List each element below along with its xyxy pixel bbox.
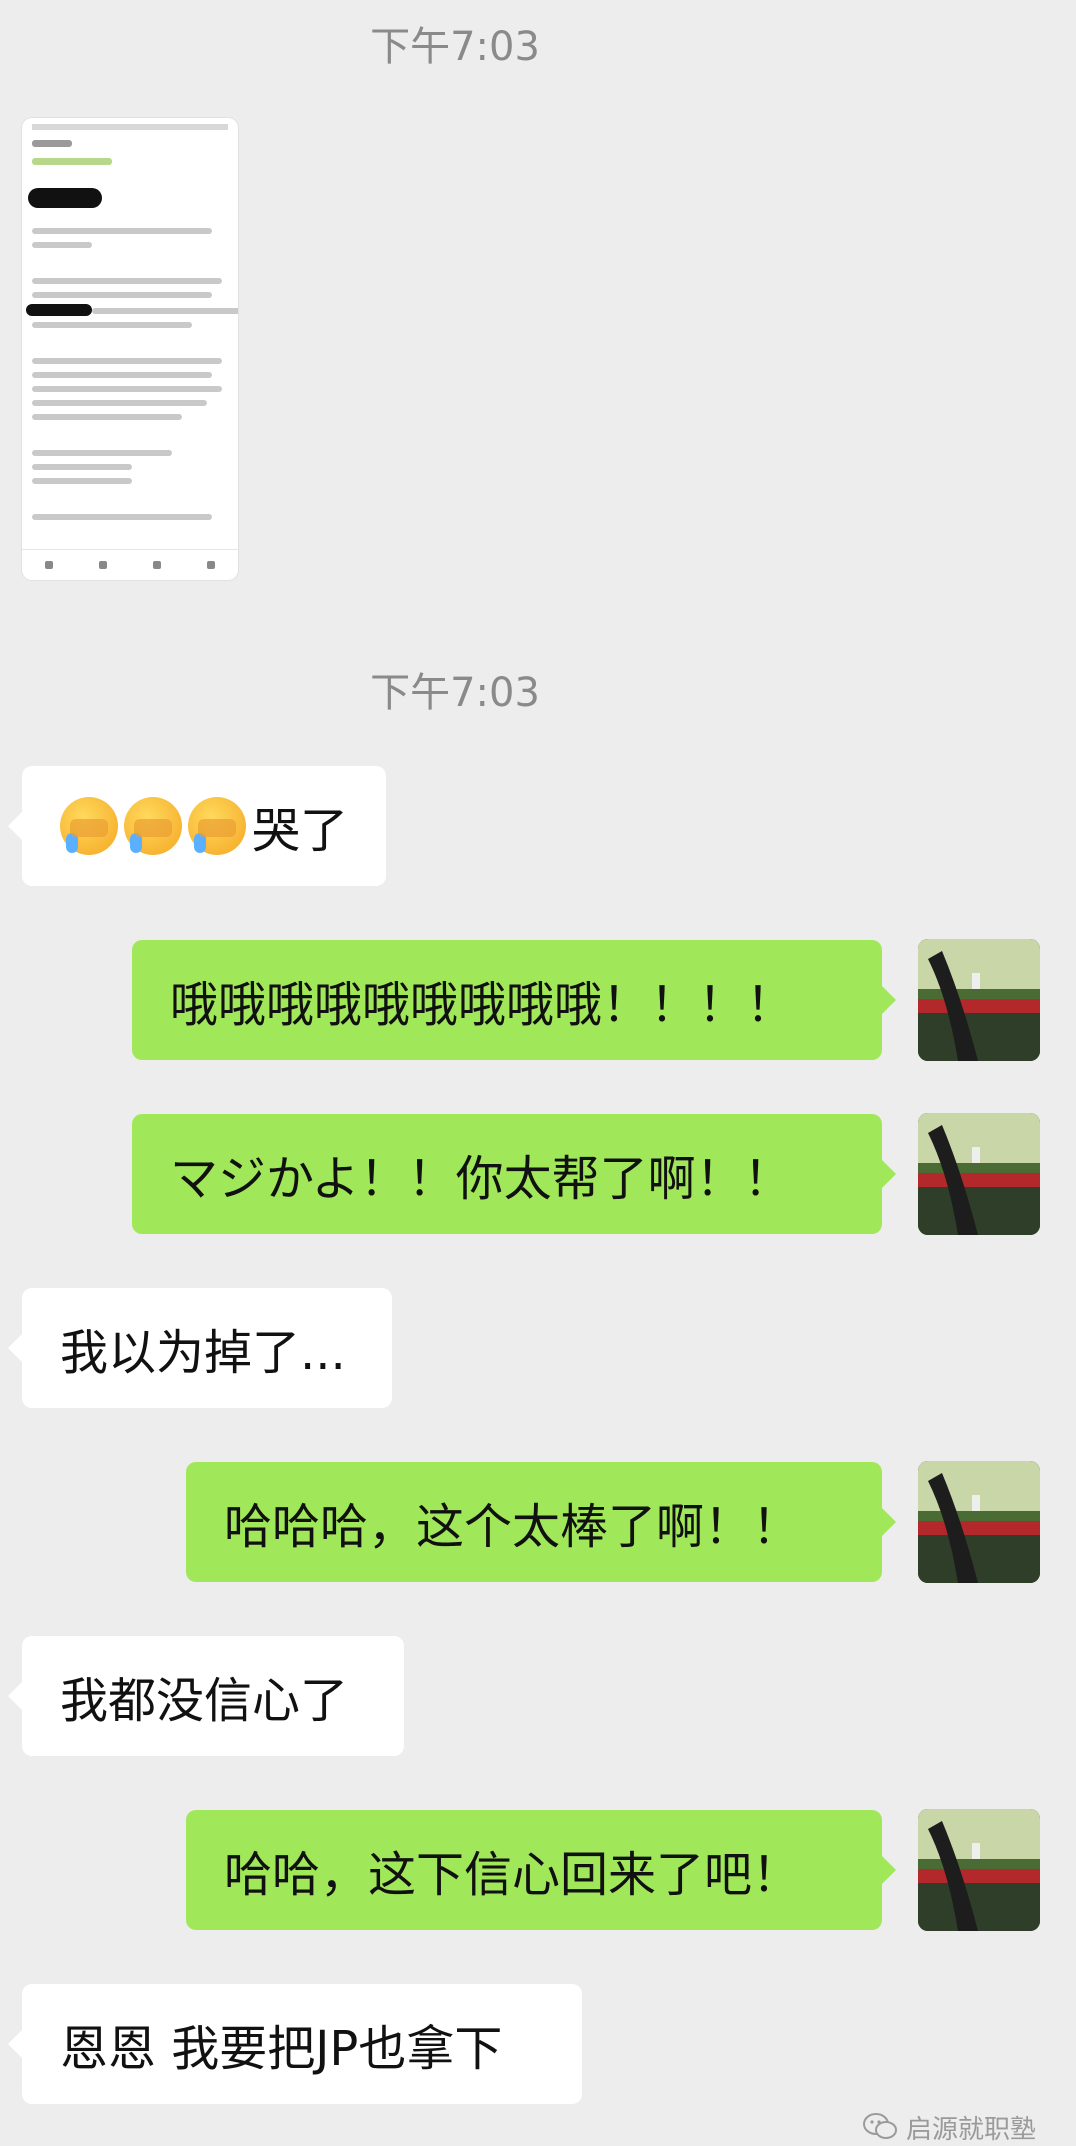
thumb-sender	[32, 158, 112, 165]
message-text: 恩恩 我要把JP也拿下	[60, 2021, 503, 2077]
incoming-message[interactable]: 我都没信心了	[8, 1636, 404, 1756]
avatar-photo	[918, 939, 1040, 1061]
message-text: 哦哦哦哦哦哦哦哦哦！！！！	[170, 977, 795, 1033]
incoming-message[interactable]: 哭了	[8, 766, 386, 886]
avatar[interactable]	[918, 939, 1040, 1061]
avatar-photo	[918, 1113, 1040, 1235]
image-message[interactable]	[22, 118, 238, 580]
wechat-icon	[863, 2113, 897, 2139]
incoming-message[interactable]: 我以为掉了...	[8, 1288, 392, 1408]
message-text: 我以为掉了...	[60, 1325, 346, 1381]
timestamp: 下午7:03	[370, 670, 540, 716]
crying-face-emoji	[188, 797, 246, 855]
message-text: 哭了	[252, 803, 349, 859]
message-text: 哈哈哈，这个太棒了啊！！	[224, 1499, 801, 1555]
thumb-statusbar	[32, 124, 228, 130]
outgoing-message[interactable]: 哈哈哈，这个太棒了啊！！	[186, 1462, 896, 1582]
message-text: マジかよ！！你太帮了啊！！	[170, 1151, 792, 1207]
avatar[interactable]	[918, 1809, 1040, 1931]
outgoing-message[interactable]: 哈哈，这下信心回来了吧！	[186, 1810, 896, 1930]
crying-face-emoji	[60, 797, 118, 855]
outgoing-message[interactable]: マジかよ！！你太帮了啊！！	[132, 1114, 896, 1234]
outgoing-message[interactable]: 哦哦哦哦哦哦哦哦哦！！！！	[132, 940, 896, 1060]
avatar[interactable]	[918, 1461, 1040, 1583]
message-text: 哈哈，这下信心回来了吧！	[224, 1847, 801, 1903]
avatar-photo	[918, 1809, 1040, 1931]
redaction-mark	[26, 304, 92, 316]
watermark-text: 启源就职塾	[906, 2114, 1037, 2145]
timestamp: 下午7:03	[370, 24, 540, 70]
incoming-message[interactable]: 恩恩 我要把JP也拿下	[8, 1984, 582, 2104]
message-text: 我都没信心了	[60, 1673, 349, 1729]
avatar-photo	[918, 1461, 1040, 1583]
thumb-toolbar	[22, 549, 238, 580]
crying-face-emoji	[124, 797, 182, 855]
thumb-back-link	[32, 140, 72, 147]
avatar[interactable]	[918, 1113, 1040, 1235]
redaction-mark	[28, 188, 102, 208]
